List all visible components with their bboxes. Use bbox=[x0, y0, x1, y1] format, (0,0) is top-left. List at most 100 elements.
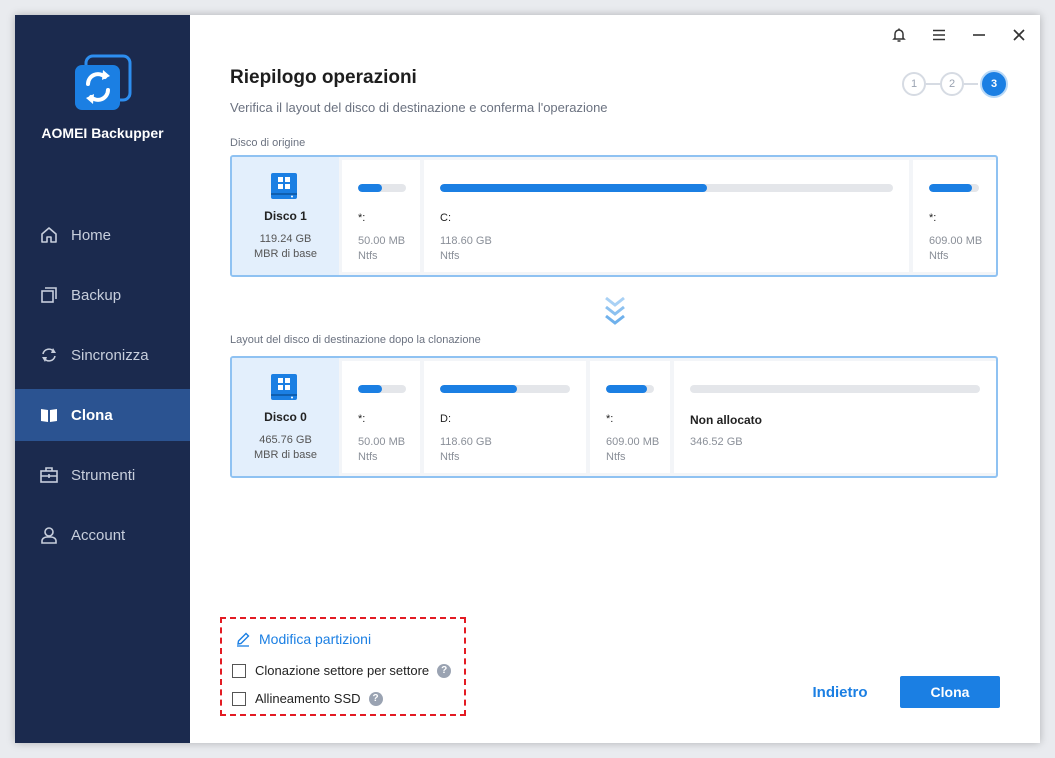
edit-partitions-label: Modifica partizioni bbox=[259, 631, 372, 647]
partition-letter: *: bbox=[606, 413, 614, 425]
partition-block[interactable]: D: 118.60 GB Ntfs bbox=[424, 361, 586, 473]
disk-icon bbox=[269, 372, 299, 402]
unallocated-block[interactable]: Non allocato 346.52 GB bbox=[674, 361, 996, 473]
home-icon bbox=[38, 224, 60, 246]
disk-icon bbox=[269, 171, 299, 201]
usage-bar bbox=[929, 184, 979, 192]
sync-icon bbox=[38, 344, 60, 366]
main-window: AOMEI Backupper Home Backup Sincronizza … bbox=[15, 15, 1040, 743]
pencil-icon bbox=[235, 631, 251, 647]
partition-fs: Ntfs bbox=[358, 451, 378, 463]
partition-letter: *: bbox=[358, 212, 366, 224]
clone-options-panel: Modifica partizioni Clonazione settore p… bbox=[220, 617, 466, 716]
disk-name: Disco 0 bbox=[264, 410, 307, 424]
bell-icon[interactable] bbox=[889, 25, 909, 45]
page-subtitle: Verifica il layout del disco di destinaz… bbox=[230, 100, 608, 115]
usage-fill bbox=[358, 385, 382, 393]
disk-size: 119.24 GB bbox=[259, 233, 312, 245]
partition-fs: Ntfs bbox=[606, 451, 626, 463]
disk-name: Disco 1 bbox=[264, 209, 307, 223]
sidebar-item-home[interactable]: Home bbox=[15, 209, 190, 261]
partition-size: 118.60 GB bbox=[440, 436, 492, 448]
partition-letter: D: bbox=[440, 413, 451, 425]
sidebar-item-clona[interactable]: Clona bbox=[15, 389, 190, 441]
sidebar-item-label: Account bbox=[71, 526, 126, 544]
step-3: 3 bbox=[980, 70, 1008, 98]
usage-fill bbox=[440, 184, 708, 192]
step-indicator: 1 2 3 bbox=[900, 70, 1012, 102]
clone-button[interactable]: Clona bbox=[900, 676, 1000, 708]
sidebar-item-sincronizza[interactable]: Sincronizza bbox=[15, 329, 190, 381]
account-icon bbox=[38, 524, 60, 546]
app-name: AOMEI Backupper bbox=[41, 125, 164, 141]
destination-disk-info: Disco 0 465.76 GB MBR di base bbox=[232, 358, 339, 476]
chevrons-down-icon bbox=[603, 295, 627, 329]
ssd-align-checkbox[interactable] bbox=[232, 691, 246, 706]
partition-block[interactable]: *: 609.00 MB Ntfs bbox=[590, 361, 670, 473]
partition-size: 609.00 MB bbox=[929, 235, 983, 247]
edit-partitions-link[interactable]: Modifica partizioni bbox=[235, 631, 371, 647]
partition-block[interactable]: *: 50.00 MB Ntfs bbox=[342, 160, 420, 272]
usage-bar bbox=[440, 184, 893, 192]
partition-letter: *: bbox=[358, 413, 366, 425]
sector-clone-label: Clonazione settore per settore bbox=[255, 663, 430, 678]
usage-bar bbox=[358, 184, 406, 192]
partition-letter: *: bbox=[929, 212, 937, 224]
partition-size: 609.00 MB bbox=[606, 436, 660, 448]
step-connector bbox=[926, 83, 940, 85]
source-disk-panel: Disco 1 119.24 GB MBR di base *: 50.00 M… bbox=[230, 155, 998, 277]
ssd-align-option: Allineamento SSD ? bbox=[232, 691, 383, 706]
help-icon[interactable]: ? bbox=[437, 663, 452, 678]
usage-fill bbox=[358, 184, 382, 192]
partition-size: 346.52 GB bbox=[690, 436, 743, 448]
sidebar-item-backup[interactable]: Backup bbox=[15, 269, 190, 321]
sidebar-item-label: Strumenti bbox=[71, 466, 136, 484]
partition-size: 118.60 GB bbox=[440, 235, 492, 247]
help-icon[interactable]: ? bbox=[368, 691, 383, 706]
sidebar-item-label: Sincronizza bbox=[71, 346, 149, 364]
sector-clone-checkbox[interactable] bbox=[232, 663, 246, 678]
source-disk-label: Disco di origine bbox=[230, 137, 306, 149]
usage-fill bbox=[440, 385, 517, 393]
disk-size: 465.76 GB bbox=[259, 434, 312, 446]
partition-letter: Non allocato bbox=[690, 413, 763, 427]
destination-disk-panel: Disco 0 465.76 GB MBR di base *: 50.00 M… bbox=[230, 356, 998, 478]
minimize-icon[interactable] bbox=[969, 25, 989, 45]
sector-clone-option: Clonazione settore per settore ? bbox=[232, 663, 452, 678]
usage-bar bbox=[690, 385, 980, 393]
page-title: Riepilogo operazioni bbox=[230, 67, 417, 88]
destination-disk-label: Layout del disco di destinazione dopo la… bbox=[230, 334, 481, 346]
back-button[interactable]: Indietro bbox=[800, 676, 880, 708]
partition-block[interactable]: *: 609.00 MB Ntfs bbox=[913, 160, 996, 272]
sidebar-item-account[interactable]: Account bbox=[15, 509, 190, 561]
partition-fs: Ntfs bbox=[440, 451, 460, 463]
menu-icon[interactable] bbox=[929, 25, 949, 45]
partition-fs: Ntfs bbox=[358, 250, 378, 262]
sidebar-item-strumenti[interactable]: Strumenti bbox=[15, 449, 190, 501]
step-1: 1 bbox=[902, 72, 926, 96]
tools-icon bbox=[38, 464, 60, 486]
source-disk-info: Disco 1 119.24 GB MBR di base bbox=[232, 157, 339, 275]
usage-bar bbox=[440, 385, 570, 393]
sidebar: AOMEI Backupper Home Backup Sincronizza … bbox=[15, 15, 190, 743]
partition-size: 50.00 MB bbox=[358, 436, 406, 448]
sidebar-item-label: Home bbox=[71, 226, 112, 244]
partition-fs: Ntfs bbox=[929, 250, 949, 262]
clone-icon bbox=[38, 404, 60, 426]
usage-bar bbox=[358, 385, 406, 393]
partition-size: 50.00 MB bbox=[358, 235, 406, 247]
disk-type: MBR di base bbox=[254, 449, 317, 461]
usage-fill bbox=[606, 385, 648, 393]
partition-fs: Ntfs bbox=[440, 250, 460, 262]
app-logo-icon bbox=[72, 54, 132, 114]
usage-fill bbox=[929, 184, 972, 192]
partition-block[interactable]: *: 50.00 MB Ntfs bbox=[342, 361, 420, 473]
step-2: 2 bbox=[940, 72, 964, 96]
close-icon[interactable] bbox=[1009, 25, 1029, 45]
backup-icon bbox=[38, 284, 60, 306]
partition-block[interactable]: C: 118.60 GB Ntfs bbox=[424, 160, 909, 272]
ssd-align-label: Allineamento SSD bbox=[255, 691, 361, 706]
disk-type: MBR di base bbox=[254, 248, 317, 260]
partition-letter: C: bbox=[440, 212, 451, 224]
usage-bar bbox=[606, 385, 654, 393]
